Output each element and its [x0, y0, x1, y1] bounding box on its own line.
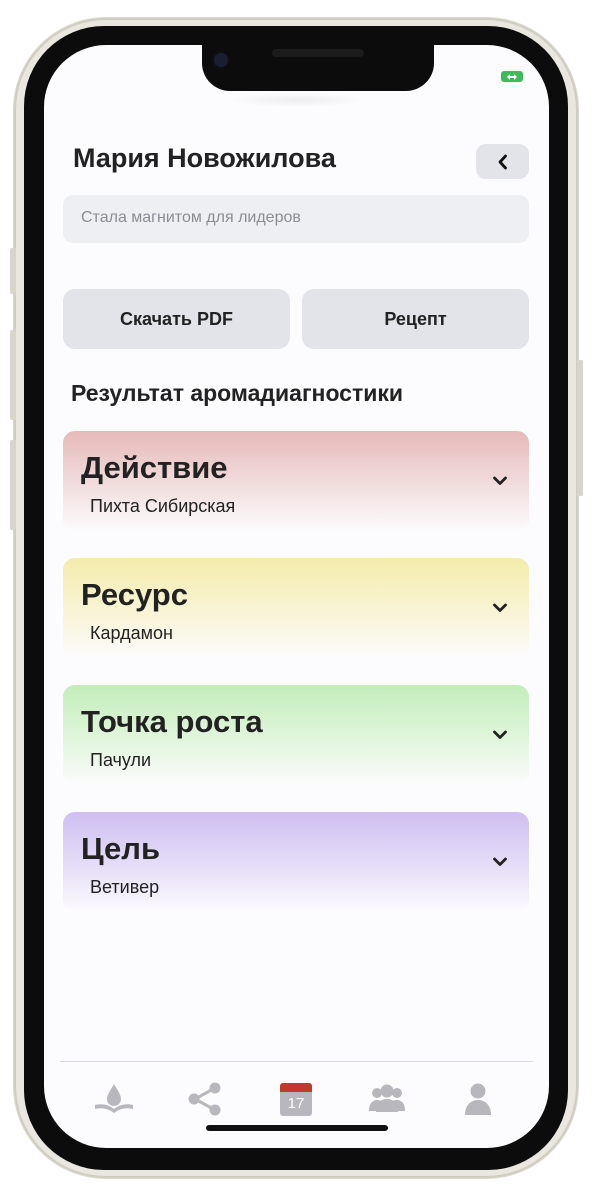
- card-title: Ресурс: [81, 577, 188, 612]
- chevron-down-icon[interactable]: [492, 729, 508, 741]
- side-button-volume-down: [10, 440, 16, 530]
- card-subtitle: Пихта Сибирская: [90, 496, 236, 516]
- chevron-down-icon[interactable]: [492, 856, 508, 868]
- card-title: Точка роста: [81, 704, 263, 739]
- share-icon: [188, 1082, 221, 1116]
- tab-group[interactable]: [365, 1079, 409, 1119]
- calendar-icon: 17: [280, 1082, 312, 1116]
- page-title: Мария Новожилова: [73, 143, 336, 173]
- tab-share[interactable]: [183, 1079, 227, 1119]
- download-pdf-button[interactable]: Скачать PDF: [63, 289, 290, 349]
- tab-calendar[interactable]: 17: [274, 1079, 318, 1119]
- tab-drop-book[interactable]: [92, 1079, 136, 1119]
- chevron-left-icon: [498, 154, 507, 169]
- screen: Мария Новожилова Стала магнитом для лиде…: [44, 45, 549, 1148]
- group-icon: [369, 1084, 405, 1112]
- profile-icon: [465, 1083, 491, 1115]
- notch: [202, 45, 434, 91]
- side-button-mute: [10, 248, 16, 294]
- tab-bar-divider: [60, 1061, 533, 1062]
- drop-book-icon: [95, 1084, 133, 1113]
- card-subtitle: Кардамон: [90, 623, 173, 643]
- camera: [214, 53, 228, 67]
- side-button-volume-up: [10, 330, 16, 420]
- battery-charging-icon: [501, 71, 523, 82]
- chevron-down-icon[interactable]: [492, 475, 508, 487]
- speaker: [272, 49, 364, 57]
- card-growth-point[interactable]: Точка роста Пачули: [63, 685, 529, 785]
- recipe-button[interactable]: Рецепт: [302, 289, 529, 349]
- card-title: Цель: [81, 831, 161, 866]
- card-resource[interactable]: Ресурс Кардамон: [63, 558, 529, 658]
- card-subtitle: Ветивер: [90, 877, 160, 897]
- calendar-day: 17: [287, 1095, 305, 1112]
- chevron-down-icon[interactable]: [492, 602, 508, 614]
- card-goal[interactable]: Цель Ветивер: [63, 812, 529, 912]
- card-subtitle: Пачули: [90, 750, 152, 770]
- status-field-text: Стала магнитом для лидеров: [81, 209, 301, 226]
- card-title: Действие: [81, 450, 228, 485]
- side-button-power: [577, 360, 583, 496]
- section-title: Результат аромадиагностики: [71, 380, 404, 406]
- tab-profile[interactable]: [456, 1079, 500, 1119]
- home-indicator: [206, 1125, 388, 1131]
- card-action[interactable]: Действие Пихта Сибирская: [63, 431, 529, 531]
- status-field[interactable]: Стала магнитом для лидеров: [63, 195, 529, 243]
- notch-shadow: [228, 93, 368, 107]
- back-button[interactable]: [476, 144, 529, 179]
